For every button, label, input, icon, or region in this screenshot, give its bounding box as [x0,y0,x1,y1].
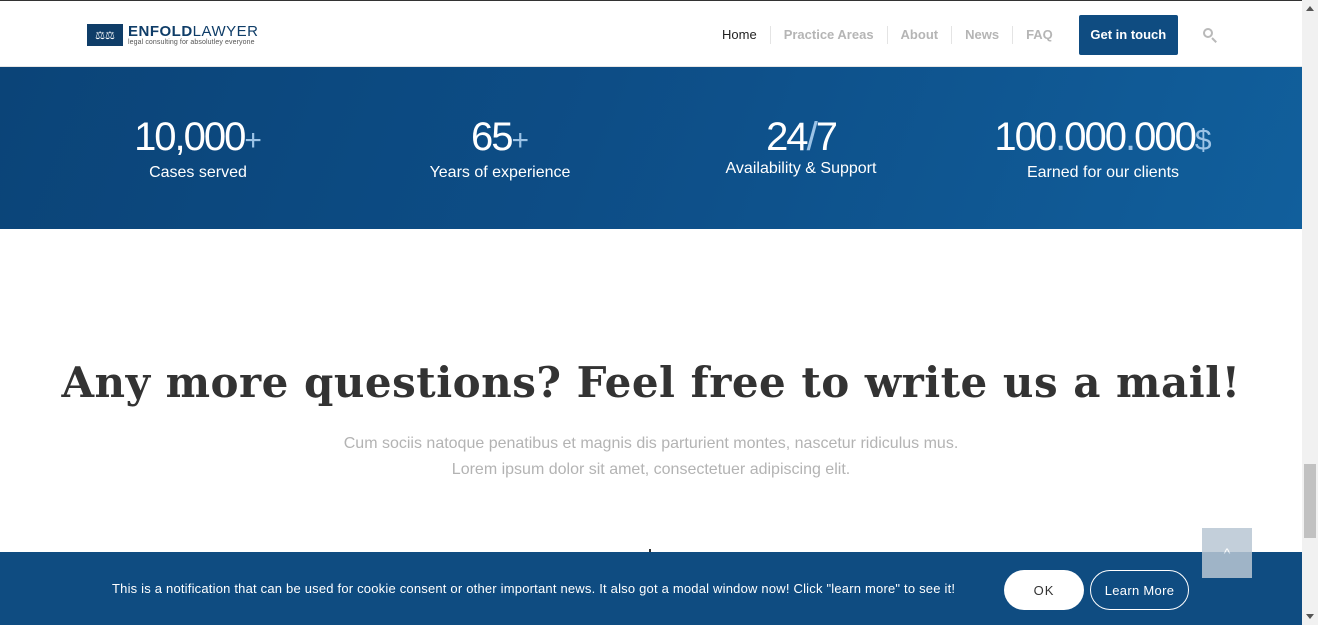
logo-text: ENFOLDLAWYER legal consulting for absolu… [128,24,258,47]
stats-band: 10,000+ Cases served 65+ Years of experi… [0,67,1302,229]
get-in-touch-button[interactable]: Get in touch [1078,14,1178,55]
stat-earned: 100.000.000$ Earned for our clients [953,115,1253,182]
stat-number: 24/7 [766,115,838,159]
scroll-up-arrow-icon[interactable] [1306,6,1314,11]
stat-availability: 24/7 Availability & Support [651,115,951,178]
learn-more-button[interactable]: Learn More [1090,570,1189,610]
logo-tagline: legal consulting for absolutley everyone [128,38,255,46]
scroll-to-top-icon[interactable]: ^ [1202,528,1252,578]
cookie-message: This is a notification that can be used … [112,581,956,596]
stat-number: 65+ [470,115,530,159]
stat-number: 100.000.000$ [994,115,1212,159]
main-nav: Home Practice Areas About News FAQ Get i… [709,1,1217,69]
stat-years: 65+ Years of experience [350,115,650,182]
page: ⚖⚖ ENFOLDLAWYER legal consulting for abs… [0,0,1302,625]
nav-news[interactable]: News [952,1,1012,68]
stat-cases: 10,000+ Cases served [48,115,348,182]
logo-title: ENFOLDLAWYER [128,22,259,40]
stat-number: 10,000+ [134,115,262,159]
nav-practice-areas[interactable]: Practice Areas [771,1,887,68]
scrollbar-thumb[interactable] [1304,464,1316,538]
page-scrollbar[interactable] [1302,0,1318,625]
scales-icon: ⚖⚖ [87,24,123,46]
nav-faq[interactable]: FAQ [1013,1,1066,68]
questions-heading: Any more questions? Feel free to write u… [61,358,1241,407]
nav-about[interactable]: About [888,1,952,68]
stat-label: Earned for our clients [1026,164,1180,181]
logo[interactable]: ⚖⚖ ENFOLDLAWYER legal consulting for abs… [87,22,258,48]
search-icon[interactable] [1202,27,1217,43]
questions-line-2: Lorem ipsum dolor sit amet, consectetuer… [451,461,851,478]
cookie-bar: This is a notification that can be used … [0,552,1302,625]
questions-subtext: Cum sociis natoque penatibus et magnis d… [0,431,1302,483]
site-header: ⚖⚖ ENFOLDLAWYER legal consulting for abs… [0,0,1302,69]
stat-label: Cases served [149,164,247,181]
stat-label: Years of experience [429,164,571,181]
scroll-down-arrow-icon[interactable] [1306,614,1314,619]
questions-line-1: Cum sociis natoque penatibus et magnis d… [343,435,959,452]
stat-label: Availability & Support [725,160,877,177]
ok-button[interactable]: OK [1004,570,1084,610]
nav-home[interactable]: Home [709,1,770,69]
